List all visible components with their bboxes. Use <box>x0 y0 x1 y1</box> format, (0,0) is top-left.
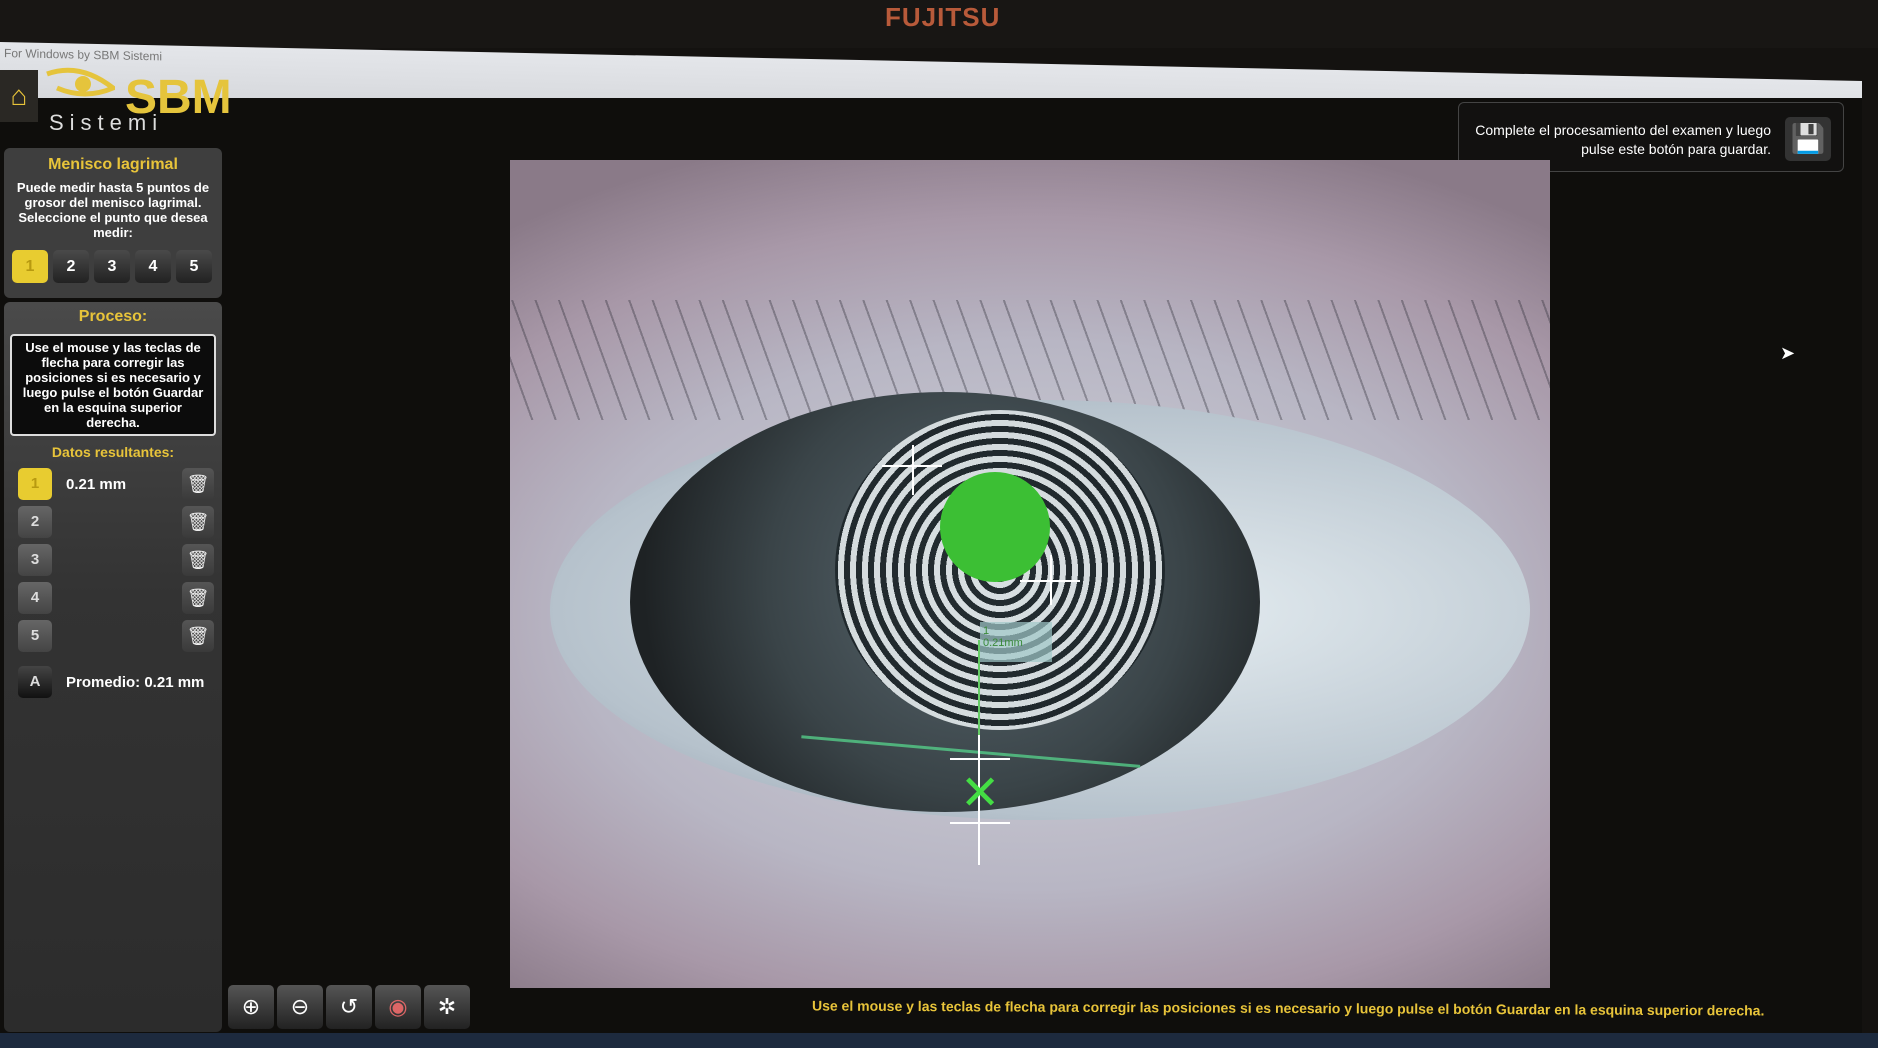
delete-icon[interactable]: 🗑 <box>182 544 214 576</box>
point-button-3[interactable]: 3 <box>94 250 130 283</box>
pupil-marker <box>940 472 1050 582</box>
measurement-value: 0.21mm <box>983 637 1023 649</box>
measurement-label: 1 0.21mm <box>980 622 1052 662</box>
meniscus-point-marker[interactable]: ✕ <box>960 770 1000 818</box>
monitor-bezel: FUJITSU <box>0 0 1878 48</box>
result-value: 0.21 mm <box>66 476 127 493</box>
monitor-brand: FUJITSU <box>885 2 1001 32</box>
crosshair <box>912 445 914 495</box>
delete-icon[interactable]: 🗑 <box>182 582 214 614</box>
meniscus-crosshair-bottom[interactable] <box>950 822 1010 824</box>
crosshair <box>1050 555 1052 605</box>
process-panel: Proceso: Use el mouse y las teclas de fl… <box>4 302 222 1032</box>
result-row: 5 🗑 <box>14 620 214 654</box>
point-button-4[interactable]: 4 <box>135 250 171 283</box>
meniscus-title: Menisco lagrimal <box>48 156 178 173</box>
window-title: For Windows by SBM Sistemi <box>4 46 163 64</box>
average-row: A Promedio: 0.21 mm <box>14 666 214 700</box>
result-row: 1 0.21 mm 🗑 <box>14 468 214 502</box>
result-point-button[interactable]: 5 <box>18 620 52 652</box>
save-instructions: Complete el procesamiento del examen y l… <box>1475 122 1771 157</box>
point-button-2[interactable]: 2 <box>53 250 89 283</box>
delete-icon[interactable]: 🗑 <box>182 506 214 538</box>
home-icon: ⌂ <box>10 80 28 111</box>
result-row: 4 🗑 <box>14 582 214 616</box>
zoom-in-icon[interactable]: ⊕ <box>228 985 274 1029</box>
meniscus-description: Puede medir hasta 5 puntos de grosor del… <box>16 180 210 240</box>
eye-image-canvas[interactable]: 1 0.21mm ✕ <box>510 160 1550 988</box>
result-point-button[interactable]: 1 <box>18 468 52 500</box>
save-button[interactable]: 💾 <box>1785 117 1831 161</box>
home-button[interactable]: ⌂ <box>0 70 38 122</box>
result-row: 3 🗑 <box>14 544 214 578</box>
average-button[interactable]: A <box>18 666 52 698</box>
delete-icon[interactable]: 🗑 <box>182 468 214 500</box>
results-title: Datos resultantes: <box>51 444 175 460</box>
measurement-point: 1 <box>983 625 990 637</box>
result-point-button[interactable]: 2 <box>18 506 52 538</box>
floppy-disk-icon: 💾 <box>1790 123 1826 154</box>
result-point-button[interactable]: 4 <box>18 582 52 614</box>
average-value: Promedio: 0.21 mm <box>66 674 205 691</box>
reset-view-icon[interactable]: ↺ <box>326 985 372 1029</box>
center-target-icon[interactable]: ✲ <box>424 985 470 1029</box>
image-toolbar: ⊕ ⊖ ↺ ◉ ✲ <box>228 985 470 1029</box>
meniscus-panel: Menisco lagrimal Puede medir hasta 5 pun… <box>4 148 222 298</box>
eye-view-icon[interactable]: ◉ <box>375 985 421 1029</box>
point-button-1[interactable]: 1 <box>12 250 48 283</box>
taskbar <box>0 1033 1878 1048</box>
zoom-out-icon[interactable]: ⊖ <box>277 985 323 1029</box>
delete-icon[interactable]: 🗑 <box>182 620 214 652</box>
logo: SBM Sistemi <box>45 66 255 136</box>
mouse-cursor-icon: ➤ <box>1780 343 1796 363</box>
process-title: Proceso: <box>78 308 148 325</box>
meniscus-crosshair-top[interactable] <box>950 758 1010 760</box>
result-point-button[interactable]: 3 <box>18 544 52 576</box>
result-row: 2 🗑 <box>14 506 214 540</box>
logo-subtitle: Sistemi <box>49 110 164 135</box>
process-instructions: Use el mouse y las teclas de flecha para… <box>10 334 216 436</box>
eye-logo-icon <box>46 67 115 97</box>
point-button-5[interactable]: 5 <box>176 250 212 283</box>
